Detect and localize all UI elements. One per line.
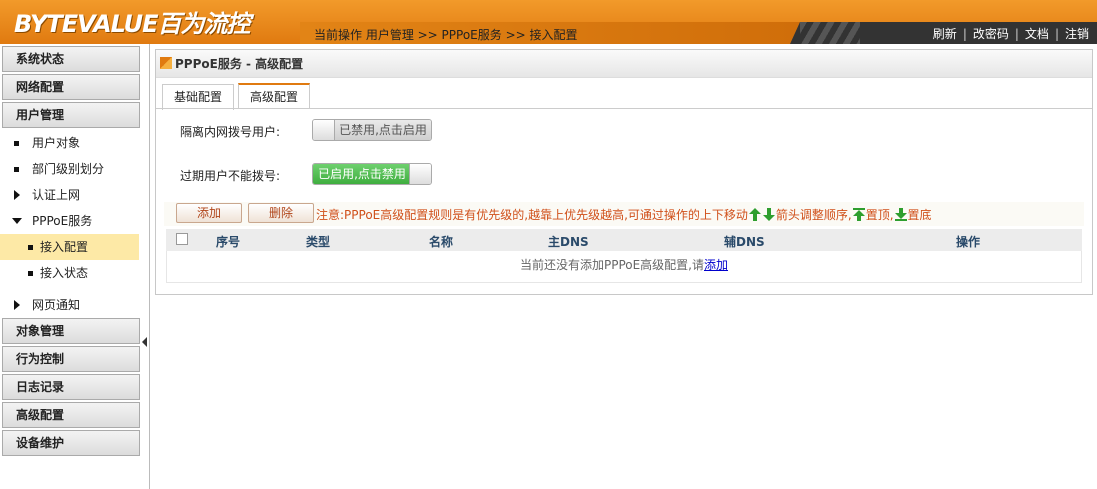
table-header: 序号 类型 名称 主DNS 辅DNS 操作 — [166, 229, 1082, 251]
expired-label: 过期用户不能拨号: — [180, 169, 281, 183]
col-actions: 操作 — [956, 235, 981, 249]
top-header: BYTEVALUE百为流控 当前操作 用户管理 >> PPPoE服务 >> 接入… — [0, 0, 1097, 44]
action-toolbar: 添加 删除 注意:PPPoE高级配置规则是有优先级的,越靠上优先级越高,可通过操… — [164, 202, 1084, 226]
move-bottom-icon — [894, 208, 907, 221]
nav-item-pppoe-service[interactable]: PPPoE服务 — [0, 208, 149, 234]
nav-object-management[interactable]: 对象管理 — [2, 318, 140, 344]
bullet-icon — [28, 245, 33, 250]
logout-link[interactable]: 注销 — [1065, 27, 1089, 41]
col-type: 类型 — [306, 235, 331, 249]
bullet-icon — [28, 271, 33, 276]
bullet-icon — [14, 167, 19, 172]
nav-item-user-objects[interactable]: 用户对象 — [0, 130, 149, 156]
refresh-link[interactable]: 刷新 — [933, 27, 957, 41]
expand-arrow-icon — [14, 190, 20, 200]
brand-logo: BYTEVALUE百为流控 — [14, 10, 251, 38]
nav-user-management[interactable]: 用户管理 — [2, 102, 140, 128]
nav-device-maintenance[interactable]: 设备维护 — [2, 430, 140, 456]
tab-basic-config[interactable]: 基础配置 — [162, 84, 235, 110]
expand-arrow-icon — [14, 300, 20, 310]
nav-item-auth-access[interactable]: 认证上网 — [0, 182, 149, 208]
tab-bar: 基础配置 高级配置 — [162, 83, 314, 110]
docs-link[interactable]: 文档 — [1025, 27, 1049, 41]
expired-toggle[interactable]: 已启用,点击禁用 — [312, 163, 432, 185]
isolate-label: 隔离内网拨号用户: — [180, 125, 281, 139]
col-name: 名称 — [429, 235, 454, 249]
move-up-icon — [748, 208, 761, 221]
add-link[interactable]: 添加 — [704, 258, 728, 272]
collapse-arrow-icon — [12, 218, 22, 224]
title-arrow-icon — [160, 57, 172, 69]
tab-advanced-config[interactable]: 高级配置 — [238, 83, 311, 109]
main-panel: PPPoE服务 - 高级配置 基础配置 高级配置 隔离内网拨号用户: 已禁用,点击… — [155, 49, 1093, 295]
nav-network-config[interactable]: 网络配置 — [2, 74, 140, 100]
table-empty-row: 当前还没有添加PPPoE高级配置,请添加 — [166, 251, 1082, 283]
panel-title: PPPoE服务 - 高级配置 — [156, 50, 1092, 78]
add-button[interactable]: 添加 — [176, 203, 242, 223]
col-secondary-dns: 辅DNS — [724, 235, 765, 249]
nav-item-department-levels[interactable]: 部门级别划分 — [0, 156, 149, 182]
col-index: 序号 — [216, 235, 241, 249]
move-top-icon — [852, 208, 865, 221]
move-down-icon — [762, 208, 775, 221]
select-all-checkbox[interactable] — [176, 233, 188, 245]
nav-advanced-config[interactable]: 高级配置 — [2, 402, 140, 428]
top-links: 刷新 | 改密码 | 文档 | 注销 — [932, 27, 1089, 41]
delete-button[interactable]: 删除 — [248, 203, 314, 223]
col-primary-dns: 主DNS — [548, 235, 589, 249]
nav-item-web-notice[interactable]: 网页通知 — [0, 292, 149, 318]
breadcrumb: 当前操作 用户管理 >> PPPoE服务 >> 接入配置 — [314, 28, 578, 42]
nav-log-records[interactable]: 日志记录 — [2, 374, 140, 400]
change-password-link[interactable]: 改密码 — [973, 27, 1009, 41]
bullet-icon — [14, 141, 19, 146]
priority-note: 注意:PPPoE高级配置规则是有优先级的,越靠上优先级越高,可通过操作的上下移动… — [316, 208, 932, 222]
isolate-toggle[interactable]: 已禁用,点击启用 — [312, 119, 432, 141]
sidebar: 系统状态 网络配置 用户管理 用户对象 部门级别划分 认证上网 PPPoE服务 … — [0, 44, 150, 489]
nav-behavior-control[interactable]: 行为控制 — [2, 346, 140, 372]
nav-sub-access-config[interactable]: 接入配置 — [0, 234, 139, 260]
nav-system-status[interactable]: 系统状态 — [2, 46, 140, 72]
nav-sub-access-status[interactable]: 接入状态 — [0, 260, 149, 286]
sidebar-collapse-icon[interactable] — [142, 337, 147, 347]
